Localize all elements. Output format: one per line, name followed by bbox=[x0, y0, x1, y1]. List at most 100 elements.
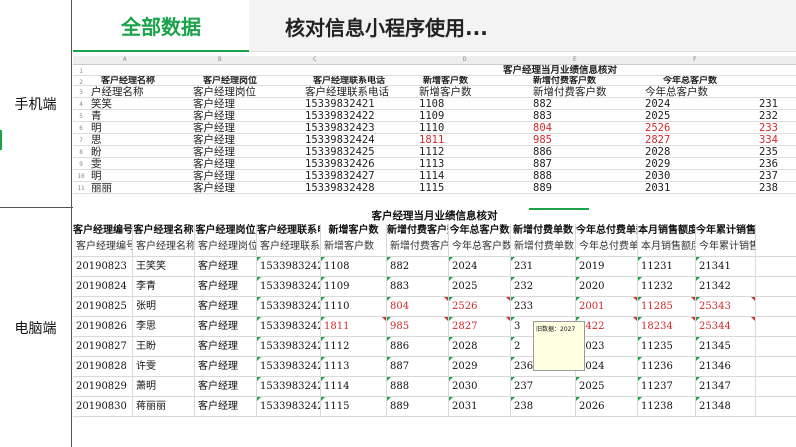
desktop-cell[interactable]: 客户经理 bbox=[195, 317, 257, 336]
desktop-cell[interactable]: 15339832425 bbox=[257, 337, 321, 356]
desktop-cell[interactable]: 15339832424 bbox=[257, 317, 321, 336]
desktop-cell[interactable]: 233 bbox=[511, 297, 576, 316]
desktop-cell[interactable]: 2025 bbox=[576, 377, 638, 396]
desktop-cell[interactable]: 21345 bbox=[696, 337, 756, 356]
desktop-cell[interactable]: 11235 bbox=[638, 337, 696, 356]
desktop-grid[interactable]: 客户经理编号客户经理名称客户经理岗位客户经理联系电话新增客户数新增付费客户数今年… bbox=[73, 224, 796, 417]
desktop-cell[interactable]: 11237 bbox=[638, 377, 696, 396]
desktop-cell[interactable]: 2827 bbox=[449, 317, 511, 336]
desktop-cell[interactable]: 21346 bbox=[696, 357, 756, 376]
desktop-cell[interactable]: 张明 bbox=[133, 297, 195, 316]
desktop-cell[interactable]: 15339832427 bbox=[257, 377, 321, 396]
desktop-cell[interactable]: 王笑笑 bbox=[133, 257, 195, 276]
desktop-cell[interactable]: 21348 bbox=[696, 397, 756, 416]
desktop-cell[interactable]: 20190830 bbox=[73, 397, 133, 416]
desktop-cell[interactable]: 李青 bbox=[133, 277, 195, 296]
desktop-cell[interactable]: 客户经理 bbox=[195, 257, 257, 276]
desktop-cell[interactable]: 883 bbox=[387, 277, 449, 296]
desktop-cell[interactable]: 886 bbox=[387, 337, 449, 356]
desktop-cell[interactable]: 1109 bbox=[321, 277, 387, 296]
desktop-cell[interactable]: 1110 bbox=[321, 297, 387, 316]
desktop-cell[interactable]: 2023 bbox=[576, 337, 638, 356]
mobile-sheet[interactable]: ABCDEF 1 客户经理当月业绩信息核对 2 客户经理名称 客户经理岗位 客户… bbox=[73, 56, 796, 208]
desktop-cell[interactable]: 客户经理 bbox=[195, 297, 257, 316]
desktop-cell[interactable]: 11238 bbox=[638, 397, 696, 416]
desktop-cell[interactable]: 11232 bbox=[638, 277, 696, 296]
desktop-cell[interactable]: 25344 bbox=[696, 317, 756, 336]
desktop-cell[interactable]: 11236 bbox=[638, 357, 696, 376]
desktop-cell[interactable]: 萧明 bbox=[133, 377, 195, 396]
desktop-cell[interactable]: 11231 bbox=[638, 257, 696, 276]
desktop-cell[interactable]: 20190825 bbox=[73, 297, 133, 316]
desktop-cell[interactable]: 889 bbox=[387, 397, 449, 416]
cell-flag-marker bbox=[511, 297, 515, 301]
desktop-cell-text: 888 bbox=[390, 381, 410, 392]
desktop-cell[interactable]: 2526 bbox=[449, 297, 511, 316]
desktop-cell[interactable]: 231 bbox=[511, 257, 576, 276]
desktop-cell[interactable]: 2030 bbox=[449, 377, 511, 396]
desktop-cell[interactable]: 20190823 bbox=[73, 257, 133, 276]
desktop-cell[interactable]: 客户经理 bbox=[195, 277, 257, 296]
desktop-cell[interactable]: 1108 bbox=[321, 257, 387, 276]
desktop-cell[interactable]: 21347 bbox=[696, 377, 756, 396]
desktop-cell[interactable]: 15339832421 bbox=[257, 257, 321, 276]
desktop-cell[interactable]: 1115 bbox=[321, 397, 387, 416]
desktop-cell[interactable]: 2025 bbox=[449, 277, 511, 296]
desktop-cell[interactable]: 2026 bbox=[576, 397, 638, 416]
tab-mini-program[interactable]: 核对信息小程序使用... bbox=[285, 0, 488, 52]
desktop-cell[interactable]: 232 bbox=[511, 277, 576, 296]
desktop-cell[interactable]: 985 bbox=[387, 317, 449, 336]
desktop-cell[interactable]: 2001 bbox=[576, 297, 638, 316]
desktop-cell[interactable]: 1811 bbox=[321, 317, 387, 336]
desktop-header-cell: 今年累计销售额度 bbox=[696, 224, 756, 237]
desktop-cell[interactable]: 蒋丽丽 bbox=[133, 397, 195, 416]
desktop-header-cell: 今年总客户数 bbox=[449, 237, 511, 256]
desktop-cell[interactable]: 1112 bbox=[321, 337, 387, 356]
desktop-cell[interactable]: 2020 bbox=[576, 277, 638, 296]
desktop-cell[interactable]: 20190828 bbox=[73, 357, 133, 376]
desktop-cell[interactable]: 李思 bbox=[133, 317, 195, 336]
desktop-cell[interactable]: 1113 bbox=[321, 357, 387, 376]
desktop-cell[interactable]: 18234 bbox=[638, 317, 696, 336]
tab-all-data[interactable]: 全部数据 bbox=[73, 0, 249, 52]
cell-flag-marker bbox=[696, 337, 700, 341]
desktop-cell[interactable]: 2028 bbox=[449, 337, 511, 356]
desktop-cell[interactable]: 客户经理 bbox=[195, 337, 257, 356]
desktop-cell-text: 20190823 bbox=[76, 261, 127, 272]
desktop-cell[interactable]: 客户经理 bbox=[195, 397, 257, 416]
desktop-cell[interactable]: 2029 bbox=[449, 357, 511, 376]
desktop-cell[interactable]: 2422 bbox=[576, 317, 638, 336]
desktop-cell[interactable]: 15339832426 bbox=[257, 357, 321, 376]
desktop-cell[interactable]: 王盼 bbox=[133, 337, 195, 356]
desktop-cell[interactable]: 887 bbox=[387, 357, 449, 376]
desktop-cell[interactable]: 客户经理 bbox=[195, 377, 257, 396]
desktop-cell[interactable]: 25343 bbox=[696, 297, 756, 316]
desktop-cell[interactable]: 888 bbox=[387, 377, 449, 396]
desktop-cell[interactable]: 21341 bbox=[696, 257, 756, 276]
desktop-cell[interactable]: 许雯 bbox=[133, 357, 195, 376]
desktop-cell[interactable]: 20190827 bbox=[73, 337, 133, 356]
desktop-cell[interactable]: 1114 bbox=[321, 377, 387, 396]
desktop-cell[interactable]: 21342 bbox=[696, 277, 756, 296]
desktop-cell[interactable]: 客户经理 bbox=[195, 357, 257, 376]
cell-flag-marker bbox=[511, 397, 515, 401]
desktop-cell[interactable]: 20190826 bbox=[73, 317, 133, 336]
desktop-cell[interactable]: 237 bbox=[511, 377, 576, 396]
cell-flag-marker bbox=[257, 337, 261, 341]
desktop-cell-text: 20190824 bbox=[76, 281, 127, 292]
desktop-cell[interactable]: 2024 bbox=[576, 357, 638, 376]
cell-flag-marker bbox=[387, 257, 391, 261]
desktop-cell[interactable]: 15339832422 bbox=[257, 277, 321, 296]
desktop-cell[interactable]: 15339832428 bbox=[257, 397, 321, 416]
desktop-cell[interactable]: 15339832423 bbox=[257, 297, 321, 316]
cell-flag-marker bbox=[696, 357, 700, 361]
desktop-cell[interactable]: 20190829 bbox=[73, 377, 133, 396]
desktop-cell[interactable]: 2024 bbox=[449, 257, 511, 276]
desktop-cell[interactable]: 804 bbox=[387, 297, 449, 316]
desktop-cell[interactable]: 11285 bbox=[638, 297, 696, 316]
desktop-cell[interactable]: 2019 bbox=[576, 257, 638, 276]
desktop-cell[interactable]: 20190824 bbox=[73, 277, 133, 296]
desktop-cell[interactable]: 2031 bbox=[449, 397, 511, 416]
desktop-cell[interactable]: 882 bbox=[387, 257, 449, 276]
desktop-cell[interactable]: 238 bbox=[511, 397, 576, 416]
